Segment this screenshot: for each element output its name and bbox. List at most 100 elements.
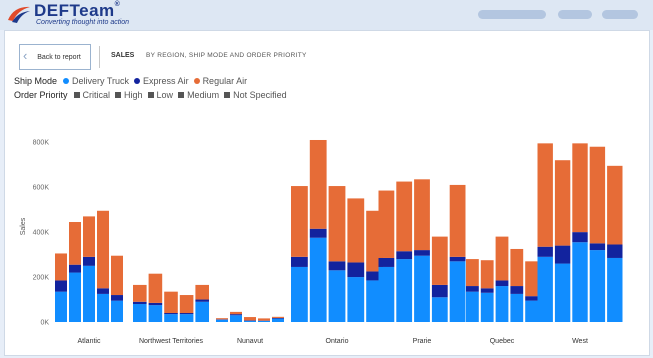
bar-segment-express-air xyxy=(572,232,588,243)
bar-segment-regular-air xyxy=(607,165,623,245)
y-tick-label: 400K xyxy=(33,230,50,237)
bar-segment-express-air xyxy=(378,257,395,267)
bar-segment-delivery-truck xyxy=(414,255,430,322)
bar-segment-regular-air xyxy=(148,273,163,303)
bar-segment-regular-air xyxy=(378,190,395,258)
y-tick-label: 800K xyxy=(33,140,50,147)
bar-segment-regular-air xyxy=(347,198,365,263)
category-label: Quebec xyxy=(490,338,515,345)
bar-segment-regular-air xyxy=(480,260,494,289)
bar-segment-delivery-truck xyxy=(148,305,163,322)
y-tick-label: 0K xyxy=(40,320,49,327)
bar-segment-delivery-truck xyxy=(525,300,538,322)
bar-segment-express-air xyxy=(133,301,147,305)
y-tick-label: 600K xyxy=(33,185,50,192)
bar-segment-delivery-truck xyxy=(97,293,109,322)
bar-segment-express-air xyxy=(97,288,109,294)
bar-segment-express-air xyxy=(607,244,623,258)
report-card: ‹ Back to report SALES BY REGION, SHIP M… xyxy=(4,30,650,356)
bar-segment-regular-air xyxy=(309,139,327,229)
brand-tagline: Converting thought into action xyxy=(36,19,130,26)
bar-segment-express-air xyxy=(537,246,553,257)
bar-segment-delivery-truck xyxy=(449,261,466,322)
category-label: Northwest Territories xyxy=(139,338,204,345)
y-tick-label: 200K xyxy=(33,275,50,282)
bar-segment-express-air xyxy=(69,264,81,273)
bar-segment-regular-air xyxy=(466,259,479,287)
bar-segment-regular-air xyxy=(216,318,228,320)
bar-segment-delivery-truck xyxy=(55,291,67,322)
bar-segment-express-air xyxy=(347,262,365,278)
bar-segment-delivery-truck xyxy=(466,291,479,322)
bar-segment-express-air xyxy=(525,296,538,301)
category-label: Prarie xyxy=(413,338,432,345)
bar-segment-express-air xyxy=(480,288,494,293)
bar-segment-delivery-truck xyxy=(309,237,327,322)
bar-segment-express-air xyxy=(466,286,479,292)
category-label: West xyxy=(572,338,588,345)
bar-segment-regular-air xyxy=(525,261,538,297)
bar-segment-regular-air xyxy=(291,186,308,257)
bar-segment-regular-air xyxy=(589,146,606,244)
category-label: Atlantic xyxy=(78,338,101,345)
bar-segment-regular-air xyxy=(396,181,413,252)
bar-segment-express-air xyxy=(589,243,606,251)
bar-segment-express-air xyxy=(510,286,524,294)
bar-segment-delivery-truck xyxy=(230,315,242,322)
bar-segment-regular-air xyxy=(69,222,81,265)
bar-segment-express-air xyxy=(83,256,95,266)
bar-segment-delivery-truck xyxy=(216,319,228,322)
bar-segment-regular-air xyxy=(431,236,448,285)
bar-segment-regular-air xyxy=(55,253,67,281)
nav-pill-2[interactable] xyxy=(558,10,592,19)
bar-segment-delivery-truck xyxy=(244,320,256,322)
bar-segment-regular-air xyxy=(449,184,466,257)
bar-segment-delivery-truck xyxy=(195,301,209,322)
bar-segment-express-air xyxy=(431,284,448,298)
nav-pill-3[interactable] xyxy=(602,10,638,19)
nav-pill-1[interactable] xyxy=(478,10,546,19)
bar-segment-express-air xyxy=(164,313,178,315)
bar-segment-delivery-truck xyxy=(495,286,509,322)
bar-segment-delivery-truck xyxy=(607,257,623,322)
bar-segment-regular-air xyxy=(537,143,553,247)
bar-segment-delivery-truck xyxy=(510,293,524,322)
bar-segment-delivery-truck xyxy=(179,314,194,322)
bar-segment-delivery-truck xyxy=(258,320,270,322)
bar-segment-regular-air xyxy=(272,316,284,318)
bar-segment-express-air xyxy=(111,295,123,301)
bar-segment-regular-air xyxy=(230,311,242,315)
bar-segment-delivery-truck xyxy=(554,263,571,322)
bar-segment-delivery-truck xyxy=(537,256,553,322)
bar-segment-express-air xyxy=(328,261,346,271)
bar-segment-express-air xyxy=(272,317,284,319)
bar-segment-regular-air xyxy=(510,248,524,287)
bar-segment-delivery-truck xyxy=(480,292,494,322)
bar-segment-delivery-truck xyxy=(431,297,448,322)
sales-stacked-bar-chart: Sales 0K 200K 400K 600K 800K Atlantic Northwest… xyxy=(20,139,623,345)
bar-segment-delivery-truck xyxy=(589,250,606,322)
bar-segment-express-air xyxy=(179,313,194,315)
bar-segment-express-air xyxy=(230,314,242,316)
registered-mark: ® xyxy=(114,1,121,8)
bar-segment-regular-air xyxy=(83,216,95,257)
bar-segment-regular-air xyxy=(111,255,123,296)
brand-swoosh-icon xyxy=(8,6,30,23)
bar-segment-regular-air xyxy=(97,210,109,289)
bar-segment-delivery-truck xyxy=(291,266,308,322)
bar-segment-delivery-truck xyxy=(396,259,413,322)
bar-segment-delivery-truck xyxy=(572,242,588,322)
bar-segment-regular-air xyxy=(414,179,430,251)
top-bar: DEFTeam® Converting thought into action xyxy=(0,0,653,30)
bar-segment-regular-air xyxy=(328,186,346,262)
bar-segment-regular-air xyxy=(258,318,270,321)
bar-segment-delivery-truck xyxy=(69,272,81,322)
bar-segment-regular-air xyxy=(164,291,178,314)
category-label: Nunavut xyxy=(237,338,263,345)
bar-segment-regular-air xyxy=(195,284,209,300)
bar-segment-express-air xyxy=(291,256,308,267)
bar-segment-regular-air xyxy=(179,295,194,314)
category-label: Ontario xyxy=(326,338,349,345)
bar-segment-delivery-truck xyxy=(164,314,178,322)
bar-segment-express-air xyxy=(195,299,209,302)
